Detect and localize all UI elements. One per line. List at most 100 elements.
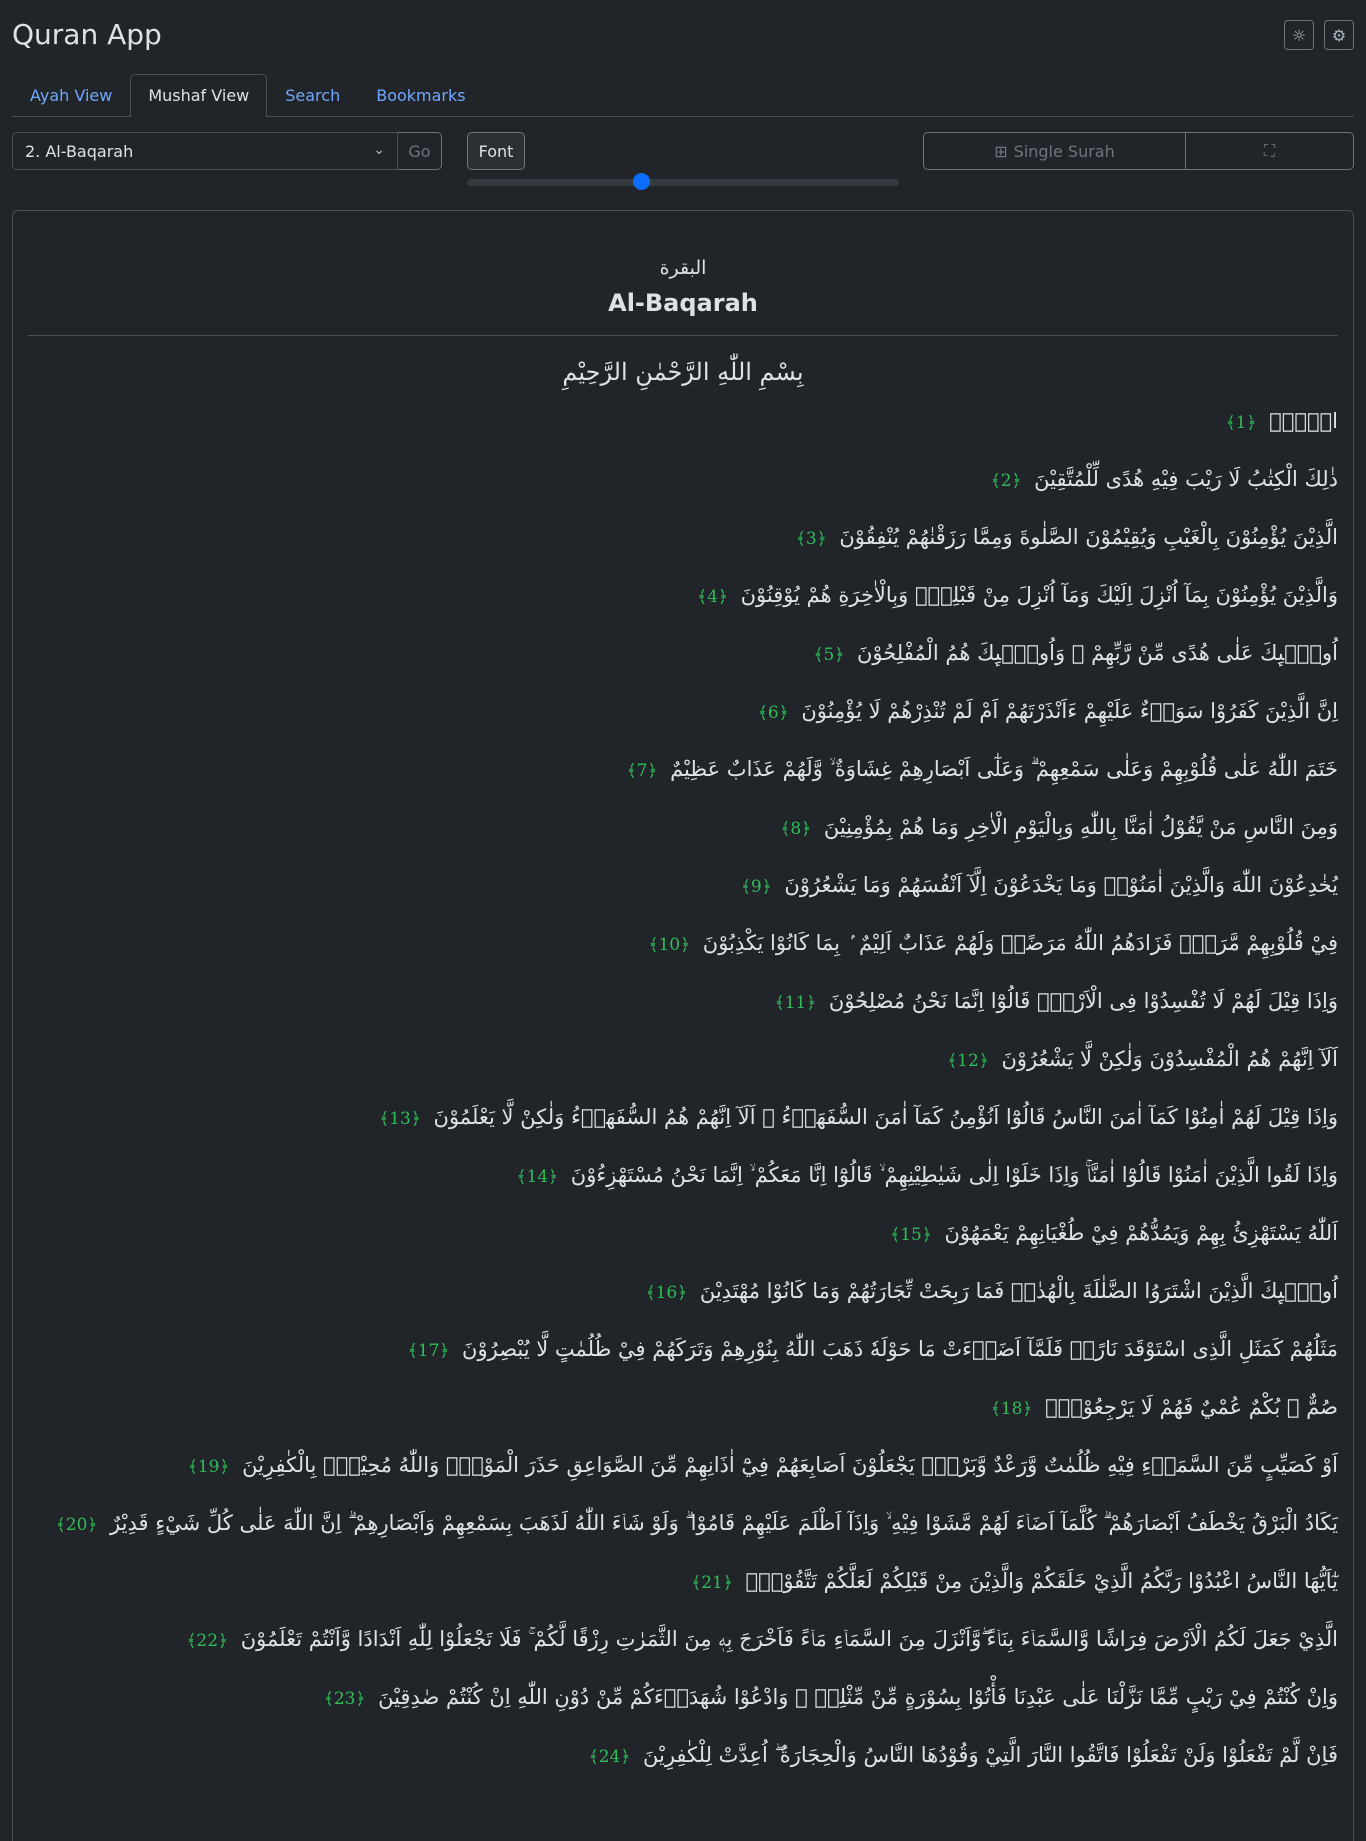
- ayah-line[interactable]: اَلَآ اِنَّهُمْ هُمُ الْمُفْسِدُوْنَ وَل…: [28, 1030, 1338, 1088]
- ayah-number: ﴿19﴾: [187, 1457, 230, 1477]
- tab-search[interactable]: Search: [267, 74, 358, 116]
- surah-header: البقرة Al-Baqarah: [13, 257, 1353, 317]
- ayah-number: ﴿23﴾: [323, 1689, 366, 1709]
- ayah-text: اُولٰۤىِٕكَ عَلٰى هُدًى مِّنْ رَّبِّهِمْ…: [856, 641, 1338, 665]
- ayah-line[interactable]: اُولٰۤىِٕكَ الَّذِيْنَ اشْتَرَوُا الضَّل…: [28, 1262, 1338, 1320]
- ayah-text: الۤمّۤ: [1269, 409, 1338, 433]
- ayah-text: يٰٓاَيُّهَا النَّاسُ اعْبُدُوْا رَبَّكُم…: [745, 1569, 1338, 1593]
- ayah-line[interactable]: وَالَّذِيْنَ يُؤْمِنُوْنَ بِمَآ اُنْزِلَ…: [28, 566, 1338, 624]
- ayah-text: يَكَادُ الْبَرْقُ يَخْطَفُ اَبْصَارَهُمْ…: [110, 1511, 1338, 1535]
- ayah-line[interactable]: مَثَلُهُمْ كَمَثَلِ الَّذِى اسْتَوْقَدَ …: [28, 1320, 1338, 1378]
- ayah-number: ﴿9﴾: [740, 877, 772, 897]
- grid-icon: ⊞: [994, 141, 1008, 161]
- ayah-line[interactable]: وَاِذَا لَقُوا الَّذِيْنَ اٰمَنُوْا قَال…: [28, 1146, 1338, 1204]
- ayah-line[interactable]: صُمٌّ ۢ بُكْمٌ عُمْيٌ فَهُمْ لَا يَرْجِع…: [28, 1378, 1338, 1436]
- ayah-text: الَّذِيْنَ يُؤْمِنُوْنَ بِالْغَيْبِ وَيُ…: [839, 525, 1338, 549]
- ayah-number: ﴿15﴾: [890, 1225, 932, 1245]
- bismillah: بِسْمِ اللّٰهِ الرَّحْمٰنِ الرَّحِيْمِ: [562, 358, 804, 386]
- single-surah-label: Single Surah: [1013, 141, 1115, 161]
- ayah-text: وَاِذَا قِيْلَ لَهُمْ لَا تُفْسِدُوْا فِ…: [828, 989, 1338, 1013]
- ayah-text: اَوْ كَصَيِّبٍ مِّنَ السَّمَاۤءِ فِيْهِ …: [242, 1453, 1338, 1477]
- surah-name-arabic: البقرة: [659, 257, 707, 279]
- top-toolbar: ☼ ⚙: [1284, 20, 1354, 50]
- ayah-number: ﴿16﴾: [645, 1283, 688, 1303]
- ayah-text: الَّذِيْ جَعَلَ لَكُمُ الْاَرْضَ فِرَاشً…: [240, 1627, 1338, 1651]
- ayah-line[interactable]: يٰٓاَيُّهَا النَّاسُ اعْبُدُوْا رَبَّكُم…: [28, 1552, 1338, 1610]
- tab-ayah-view[interactable]: Ayah View: [12, 74, 130, 116]
- surah-select-value: 2. Al-Baqarah: [25, 141, 134, 161]
- gear-icon[interactable]: ⚙: [1324, 20, 1354, 50]
- ayah-line[interactable]: وَمِنَ النَّاسِ مَنْ يَّقُوْلُ اٰمَنَّا …: [28, 798, 1338, 856]
- ayah-text: ذٰلِكَ الْكِتٰبُ لَا رَيْبَ فِيْهِ هُدًى…: [1034, 467, 1338, 491]
- ayah-text: وَالَّذِيْنَ يُؤْمِنُوْنَ بِمَآ اُنْزِلَ…: [740, 583, 1338, 607]
- ayah-number: ﴿20﴾: [55, 1515, 98, 1535]
- divider: [28, 335, 1338, 336]
- view-tabs: Ayah View Mushaf View Search Bookmarks: [12, 74, 1354, 117]
- font-button[interactable]: Font: [467, 132, 525, 170]
- ayah-number: ﴿24﴾: [588, 1747, 631, 1767]
- ayah-text: مَثَلُهُمْ كَمَثَلِ الَّذِى اسْتَوْقَدَ …: [462, 1337, 1338, 1361]
- ayah-text: اَللّٰهُ يَسْتَهْزِئُ بِهِمْ وَيَمُدُّهُ…: [944, 1221, 1338, 1245]
- ayah-text: يُخٰدِعُوْنَ اللّٰهَ وَالَّذِيْنَ اٰمَنُ…: [784, 873, 1338, 897]
- ayah-line[interactable]: يَكَادُ الْبَرْقُ يَخْطَفُ اَبْصَارَهُمْ…: [28, 1494, 1338, 1552]
- ayah-line[interactable]: وَاِذَا قِيْلَ لَهُمْ لَا تُفْسِدُوْا فِ…: [28, 972, 1338, 1030]
- ayah-line[interactable]: الَّذِيْ جَعَلَ لَكُمُ الْاَرْضَ فِرَاشً…: [28, 1610, 1338, 1668]
- go-button[interactable]: Go: [398, 132, 442, 170]
- ayah-line[interactable]: الَّذِيْنَ يُؤْمِنُوْنَ بِالْغَيْبِ وَيُ…: [28, 508, 1338, 566]
- ayah-text: وَاِذَا قِيْلَ لَهُمْ اٰمِنُوْا كَمَآ اٰ…: [433, 1105, 1338, 1129]
- fullscreen-icon: ⛶: [1263, 141, 1276, 160]
- ayah-line[interactable]: اَللّٰهُ يَسْتَهْزِئُ بِهِمْ وَيَمُدُّهُ…: [28, 1204, 1338, 1262]
- mushaf-card: البقرة Al-Baqarah بِسْمِ اللّٰهِ الرَّحْ…: [12, 210, 1354, 1841]
- ayah-number: ﴿3﴾: [795, 529, 827, 549]
- fullscreen-button[interactable]: ⛶: [1186, 133, 1353, 169]
- ayah-number: ﴿14﴾: [516, 1167, 559, 1187]
- ayah-number: ﴿8﴾: [780, 819, 812, 839]
- ayah-line[interactable]: وَاِذَا قِيْلَ لَهُمْ اٰمِنُوْا كَمَآ اٰ…: [28, 1088, 1338, 1146]
- ayah-line[interactable]: خَتَمَ اللّٰهُ عَلٰى قُلُوْبِهِمْ وَعَلٰ…: [28, 740, 1338, 798]
- surah-name-english: Al-Baqarah: [608, 289, 758, 317]
- ayah-text: وَاِنْ كُنْتُمْ فِيْ رَيْبٍ مِّمَّا نَزَ…: [378, 1685, 1338, 1709]
- ayah-list: الۤمّۤ ﴿1﴾ ذٰلِكَ الْكِتٰبُ لَا رَيْبَ فِ…: [13, 392, 1353, 1784]
- font-size-slider[interactable]: [467, 173, 899, 190]
- sun-icon[interactable]: ☼: [1284, 20, 1314, 50]
- ayah-text: خَتَمَ اللّٰهُ عَلٰى قُلُوْبِهِمْ وَعَلٰ…: [670, 757, 1338, 781]
- ayah-text: وَاِذَا لَقُوا الَّذِيْنَ اٰمَنُوْا قَال…: [570, 1163, 1338, 1187]
- ayah-number: ﴿21﴾: [691, 1573, 733, 1593]
- ayah-number: ﴿4﴾: [697, 587, 728, 607]
- ayah-text: صُمٌّ ۢ بُكْمٌ عُمْيٌ فَهُمْ لَا يَرْجِع…: [1045, 1395, 1338, 1419]
- tab-bookmarks[interactable]: Bookmarks: [358, 74, 483, 116]
- ayah-line[interactable]: فِيْ قُلُوْبِهِمْ مَّرَضٌۙ فَزَادَهُمُ ا…: [28, 914, 1339, 972]
- ayah-number: ﴿22﴾: [186, 1631, 229, 1651]
- ayah-number: ﴿12﴾: [947, 1051, 989, 1071]
- ayah-number: ﴿5﴾: [813, 645, 845, 665]
- tab-mushaf-view[interactable]: Mushaf View: [130, 74, 268, 117]
- ayah-number: ﴿6﴾: [757, 703, 789, 723]
- ayah-text: فَاِنْ لَّمْ تَفْعَلُوْا وَلَنْ تَفْعَلُ…: [643, 1743, 1338, 1767]
- ayah-number: ﴿2﴾: [990, 471, 1022, 491]
- ayah-number: ﴿13﴾: [379, 1109, 421, 1129]
- ayah-text: اَلَآ اِنَّهُمْ هُمُ الْمُفْسِدُوْنَ وَل…: [1001, 1047, 1338, 1071]
- ayah-text: اُولٰۤىِٕكَ الَّذِيْنَ اشْتَرَوُا الضَّل…: [699, 1279, 1338, 1303]
- app-title: Quran App: [12, 18, 162, 51]
- ayah-line[interactable]: وَاِنْ كُنْتُمْ فِيْ رَيْبٍ مِّمَّا نَزَ…: [28, 1668, 1338, 1726]
- ayah-line[interactable]: اِنَّ الَّذِيْنَ كَفَرُوْا سَوَاۤءٌ عَلَ…: [28, 682, 1338, 740]
- ayah-number: ﴿10﴾: [648, 935, 691, 955]
- chevron-down-icon: ⌄: [373, 142, 385, 158]
- ayah-text: فِيْ قُلُوْبِهِمْ مَّرَضٌۙ فَزَادَهُمُ ا…: [702, 931, 1338, 955]
- ayah-text: اِنَّ الَّذِيْنَ كَفَرُوْا سَوَاۤءٌ عَلَ…: [801, 699, 1338, 723]
- single-surah-button[interactable]: ⊞ Single Surah: [924, 133, 1186, 169]
- ayah-number: ﴿1﴾: [1225, 413, 1257, 433]
- ayah-line[interactable]: فَاِنْ لَّمْ تَفْعَلُوْا وَلَنْ تَفْعَلُ…: [28, 1726, 1338, 1784]
- ayah-line[interactable]: الۤمّۤ ﴿1﴾: [28, 392, 1338, 450]
- ayah-line[interactable]: اُولٰۤىِٕكَ عَلٰى هُدًى مِّنْ رَّبِّهِمْ…: [28, 624, 1338, 682]
- mushaf-controls: 2. Al-Baqarah ⌄ Go Font ⊞ Single Surah ⛶: [12, 132, 1354, 190]
- ayah-line[interactable]: ذٰلِكَ الْكِتٰبُ لَا رَيْبَ فِيْهِ هُدًى…: [28, 450, 1338, 508]
- ayah-number: ﴿17﴾: [407, 1341, 450, 1361]
- ayah-line[interactable]: اَوْ كَصَيِّبٍ مِّنَ السَّمَاۤءِ فِيْهِ …: [28, 1436, 1338, 1494]
- ayah-text: وَمِنَ النَّاسِ مَنْ يَّقُوْلُ اٰمَنَّا …: [823, 815, 1338, 839]
- ayah-number: ﴿18﴾: [990, 1399, 1033, 1419]
- ayah-line[interactable]: يُخٰدِعُوْنَ اللّٰهَ وَالَّذِيْنَ اٰمَنُ…: [28, 856, 1338, 914]
- ayah-number: ﴿11﴾: [774, 993, 817, 1013]
- surah-select[interactable]: 2. Al-Baqarah ⌄: [12, 132, 398, 170]
- slider-thumb[interactable]: [633, 173, 650, 190]
